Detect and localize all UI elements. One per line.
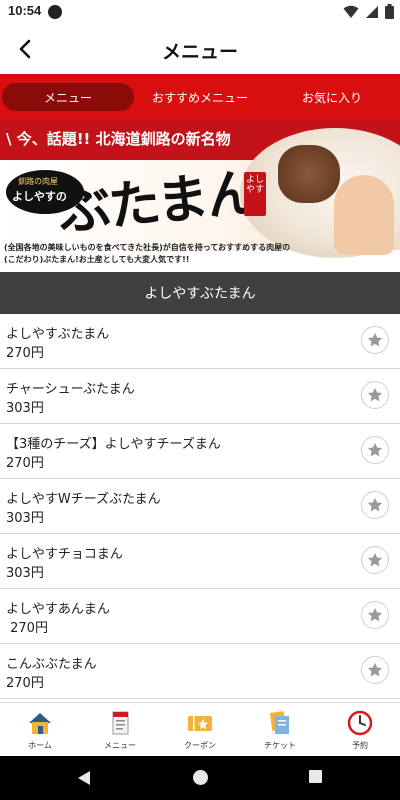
- brand-badge-subtitle: 釧路の肉屋: [18, 177, 58, 186]
- system-back-icon[interactable]: [76, 770, 92, 786]
- menu-item-price: 270円: [6, 621, 48, 636]
- promo-banner: \ 今、話題!! 北海道釧路の新名物 釧路の肉屋 よしやすの ぶたまん よしやす…: [0, 120, 400, 272]
- star-icon: [367, 662, 383, 677]
- menu-item[interactable]: こんぶぶたまん 270円: [0, 644, 400, 699]
- menu-book-icon: [106, 709, 134, 737]
- menu-item[interactable]: よしやすチョコまん 303円: [0, 534, 400, 589]
- coupon-icon: [186, 709, 214, 737]
- nav-menu-label: メニュー: [104, 741, 136, 750]
- system-home-icon[interactable]: [193, 770, 208, 785]
- pork-bun-filling: [278, 145, 340, 203]
- menu-item-name: よしやすあんまん: [6, 602, 110, 617]
- menu-item-price: 303円: [6, 511, 44, 526]
- menu-item[interactable]: よしやすWチーズぶたまん 303円: [0, 479, 400, 534]
- menu-item-name: よしやすチョコまん: [6, 547, 123, 562]
- page-title: メニュー: [161, 41, 238, 63]
- menu-item-price: 270円: [6, 346, 44, 361]
- hand-image: [334, 175, 394, 255]
- favorite-button[interactable]: [361, 381, 389, 409]
- favorite-button[interactable]: [361, 491, 389, 519]
- menu-item[interactable]: よしやすぶたまん 270円: [0, 314, 400, 369]
- menu-item-price: 303円: [6, 566, 44, 581]
- menu-item-price: 270円: [6, 676, 44, 691]
- menu-item-name: 【3種のチーズ】よしやすチーズまん: [6, 437, 221, 452]
- app-header: メニュー: [0, 24, 400, 74]
- favorite-button[interactable]: [361, 326, 389, 354]
- banner-tagline: \ 今、話題!! 北海道釧路の新名物: [6, 130, 231, 148]
- brand-seal: よしやす: [244, 172, 266, 216]
- star-icon: [367, 497, 383, 512]
- favorite-button[interactable]: [361, 436, 389, 464]
- favorite-button[interactable]: [361, 546, 389, 574]
- tab-menu[interactable]: メニュー: [2, 83, 134, 111]
- menu-item-name: よしやすぶたまん: [6, 327, 110, 342]
- clock-icon: [346, 709, 374, 737]
- menu-list: よしやすぶたまん 270円 チャーシューぶたまん 303円 【3種のチーズ】よし…: [0, 314, 400, 702]
- status-bar: 10:54: [0, 0, 400, 24]
- menu-item-price: 270円: [6, 456, 44, 471]
- favorite-button[interactable]: [361, 656, 389, 684]
- menu-item-name: よしやすWチーズぶたまん: [6, 492, 161, 507]
- wifi-icon: [343, 5, 359, 18]
- menu-item-name: こんぶぶたまん: [6, 657, 97, 672]
- star-icon: [367, 442, 383, 457]
- nav-menu[interactable]: メニュー: [80, 703, 160, 756]
- nav-coupon-label: クーポン: [184, 741, 216, 750]
- nav-ticket-label: チケット: [264, 741, 296, 750]
- battery-icon: [385, 4, 394, 19]
- nav-ticket[interactable]: チケット: [240, 703, 320, 756]
- signal-icon: [366, 5, 378, 18]
- banner-description: (全国各地の美味しいものを食べてきた社長)が自信を持っておすすめする肉屋の(こだ…: [4, 243, 291, 264]
- status-time: 10:54: [8, 3, 42, 18]
- system-navigation-bar: [0, 756, 400, 800]
- nav-coupon[interactable]: クーポン: [160, 703, 240, 756]
- star-icon: [367, 607, 383, 622]
- category-header: よしやすぶたまん: [0, 272, 400, 314]
- home-icon: [26, 709, 54, 737]
- menu-item[interactable]: よしやすあんまん 270円: [0, 589, 400, 644]
- menu-item-name: チャーシューぶたまん: [6, 382, 135, 397]
- nav-reservation[interactable]: 予約: [320, 703, 400, 756]
- star-icon: [367, 332, 383, 347]
- favorite-button[interactable]: [361, 601, 389, 629]
- nav-home[interactable]: ホーム: [0, 703, 80, 756]
- menu-item[interactable]: 【3種のチーズ】よしやすチーズまん 270円: [0, 424, 400, 479]
- app-notification-icon: [48, 5, 62, 19]
- tab-bar: メニュー おすすめメニュー お気に入り: [0, 74, 400, 120]
- status-icons: [343, 4, 394, 19]
- bottom-navigation: ホーム メニュー クーポン チケット 予約: [0, 702, 400, 756]
- tab-recommended[interactable]: おすすめメニュー: [134, 83, 266, 111]
- tab-favorites[interactable]: お気に入り: [266, 83, 398, 111]
- ticket-icon: [266, 709, 294, 737]
- star-icon: [367, 387, 383, 402]
- star-icon: [367, 552, 383, 567]
- menu-item[interactable]: チャーシューぶたまん 303円: [0, 369, 400, 424]
- menu-item-price: 303円: [6, 401, 44, 416]
- nav-home-label: ホーム: [28, 741, 52, 750]
- system-recents-icon[interactable]: [309, 770, 322, 783]
- nav-reservation-label: 予約: [352, 741, 368, 750]
